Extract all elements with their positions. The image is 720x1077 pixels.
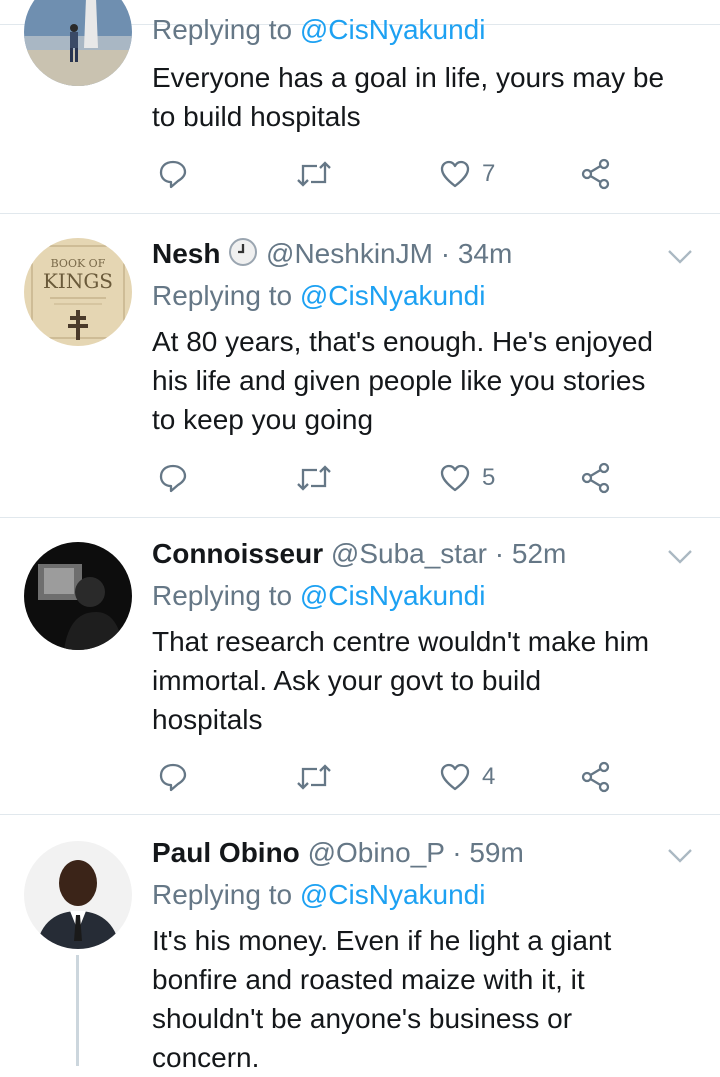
user-handle[interactable]: @Suba_star: [331, 538, 487, 569]
replying-to: Replying to @CisNyakundi: [152, 580, 486, 611]
tweet-actions: 7: [0, 154, 720, 194]
tweet-text: Everyone has a goal in life, yours may b…: [152, 62, 665, 132]
like-button[interactable]: 5: [440, 458, 495, 498]
retweet-button[interactable]: [296, 757, 332, 797]
display-name[interactable]: Paul Obino: [152, 837, 300, 868]
timestamp[interactable]: 52m: [512, 538, 566, 569]
share-button[interactable]: [580, 458, 612, 498]
separator-dot: ·: [494, 538, 505, 569]
tweet-text: It's his money. Even if he light a giant…: [152, 925, 612, 1073]
tweet-actions: 4: [0, 757, 720, 797]
like-icon: [440, 463, 470, 493]
like-button[interactable]: 7: [440, 154, 495, 194]
chevron-down-icon[interactable]: [666, 542, 694, 570]
like-icon: [440, 762, 470, 792]
tweet-header: Paul Obino @Obino_P · 59m: [152, 835, 524, 871]
user-handle[interactable]: @NeshkinJM: [266, 238, 433, 269]
retweet-icon: [296, 463, 332, 493]
reply-button[interactable]: [158, 458, 188, 498]
reply-button[interactable]: [158, 154, 188, 194]
like-count: 4: [482, 763, 496, 790]
chevron-down-icon[interactable]: [666, 841, 694, 869]
avatar-text: KINGS: [43, 269, 113, 293]
avatar[interactable]: [24, 542, 132, 650]
replying-to: Replying to @CisNyakundi: [152, 280, 486, 311]
tweet-header: Connoisseur @Suba_star · 52m: [152, 536, 566, 572]
tweet-text: That research centre wouldn't make him i…: [152, 626, 650, 735]
like-count: 5: [482, 464, 496, 491]
like-button[interactable]: 4: [440, 757, 495, 797]
avatar[interactable]: [24, 841, 132, 949]
display-name[interactable]: Connoisseur: [152, 538, 323, 569]
retweet-button[interactable]: [296, 458, 332, 498]
avatar[interactable]: [24, 0, 132, 86]
retweet-icon: [296, 159, 332, 189]
share-icon: [580, 462, 612, 494]
thread-line: [76, 955, 79, 1066]
retweet-icon: [296, 762, 332, 792]
retweet-button[interactable]: [296, 154, 332, 194]
tweet-1[interactable]: BOOK OF KINGS Nesh @NeshkinJM · 34m Repl…: [0, 214, 720, 517]
replying-to-link[interactable]: @CisNyakundi: [300, 280, 486, 311]
display-name[interactable]: Nesh: [152, 238, 220, 269]
like-icon: [440, 159, 470, 189]
tweet-actions: 5: [0, 458, 720, 498]
replying-to-link[interactable]: @CisNyakundi: [300, 879, 486, 910]
tweet-2[interactable]: Connoisseur @Suba_star · 52m Replying to…: [0, 518, 720, 814]
clock-emoji: [228, 237, 258, 276]
separator-dot: ·: [452, 837, 462, 868]
reply-icon: [158, 762, 188, 792]
user-handle[interactable]: @Obino_P: [308, 837, 445, 868]
tweet-3[interactable]: Paul Obino @Obino_P · 59m Replying to @C…: [0, 815, 720, 1073]
timestamp[interactable]: 34m: [458, 238, 512, 269]
avatar[interactable]: BOOK OF KINGS: [24, 238, 132, 346]
share-icon: [580, 761, 612, 793]
tweet-text: At 80 years, that's enough. He's enjoyed…: [152, 326, 654, 435]
replying-to-link[interactable]: @CisNyakundi: [300, 14, 486, 45]
reply-icon: [158, 463, 188, 493]
replying-to: Replying to @CisNyakundi: [152, 14, 486, 45]
reply-button[interactable]: [158, 757, 188, 797]
tweet-0[interactable]: Replying to @CisNyakundi Everyone has a …: [0, 0, 720, 213]
replying-to: Replying to @CisNyakundi: [152, 879, 486, 910]
replying-to-link[interactable]: @CisNyakundi: [300, 580, 486, 611]
chevron-down-icon[interactable]: [666, 242, 694, 270]
share-icon: [580, 158, 612, 190]
like-count: 7: [482, 160, 496, 187]
share-button[interactable]: [580, 154, 612, 194]
timestamp[interactable]: 59m: [469, 837, 523, 868]
tweet-header: Nesh @NeshkinJM · 34m: [152, 236, 512, 276]
share-button[interactable]: [580, 757, 612, 797]
separator-dot: ·: [440, 238, 451, 269]
reply-icon: [158, 159, 188, 189]
